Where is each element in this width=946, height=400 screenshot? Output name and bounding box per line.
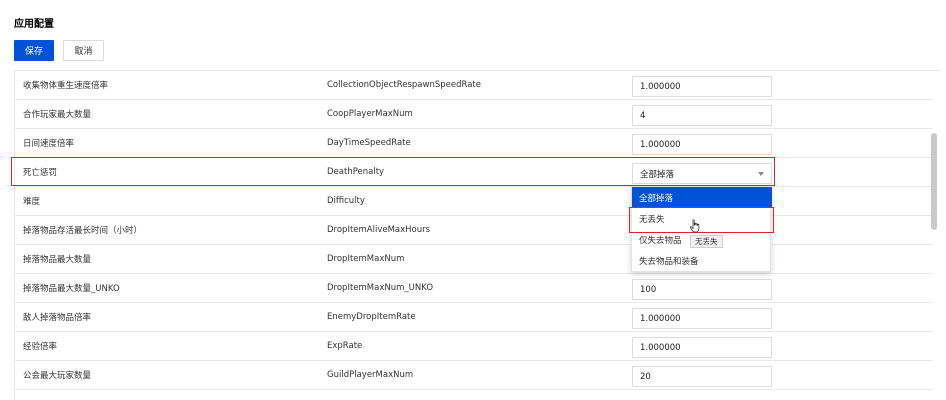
row-key: Difficulty [327, 196, 365, 206]
table-row: 敌人掉落物品倍率 EnemyDropItemRate 1.000000 [15, 303, 933, 332]
value-input[interactable]: 1.000000 [632, 76, 772, 97]
table-row: 经验倍率 ExpRate 1.000000 [15, 332, 933, 361]
hand-pointer-icon [689, 219, 700, 233]
table-row: 收集物体重生速度倍率 CollectionObjectRespawnSpeedR… [15, 71, 933, 100]
table-row: 日间速度倍率 DayTimeSpeedRate 1.000000 [15, 129, 933, 158]
table-row-partial [15, 390, 933, 400]
value-input[interactable]: 1.000000 [632, 337, 772, 358]
row-key: EnemyDropItemRate [327, 312, 416, 322]
row-key: CoopPlayerMaxNum [327, 109, 413, 119]
row-key: DropItemMaxNum_UNKO [327, 283, 434, 293]
table-row: 掉落物品存活最长时间（小时） DropItemAliveMaxHours [15, 216, 933, 245]
row-key: DropItemMaxNum [327, 254, 405, 264]
value-input[interactable]: 1.000000 [632, 134, 772, 155]
value-input[interactable]: 100 [632, 279, 772, 300]
row-label: 掉落物品最大数量 [23, 255, 92, 265]
save-button[interactable]: 保存 [14, 40, 54, 61]
row-key: DropItemAliveMaxHours [327, 225, 431, 235]
cancel-button[interactable]: 取消 [63, 40, 104, 61]
row-key: DayTimeSpeedRate [327, 138, 411, 148]
row-label: 掉落物品存活最长时间（小时） [23, 226, 143, 236]
row-key: ExpRate [327, 341, 363, 351]
page-title: 应用配置 [14, 19, 54, 30]
table-row: 掉落物品最大数量 DropItemMaxNum [15, 245, 933, 274]
value-input[interactable]: 4 [632, 105, 772, 126]
vertical-scrollbar[interactable] [931, 133, 937, 230]
row-key: CollectionObjectRespawnSpeedRate [327, 80, 481, 90]
value-input[interactable]: 1.000000 [632, 308, 772, 329]
row-label: 日间速度倍率 [23, 139, 75, 149]
table-row: 公会最大玩家数量 GuildPlayerMaxNum 20 [15, 361, 933, 390]
row-label: 公会最大玩家数量 [23, 371, 92, 381]
row-label: 收集物体重生速度倍率 [23, 81, 109, 91]
row-label: 难度 [23, 197, 41, 207]
row-label: 敌人掉落物品倍率 [23, 313, 92, 323]
row-label: 掉落物品最大数量_UNKO [23, 284, 120, 294]
dropdown-option[interactable]: 全部掉落 [632, 187, 772, 208]
row-label: 经验倍率 [23, 342, 58, 352]
row-label: 合作玩家最大数量 [23, 110, 92, 120]
row-key: GuildPlayerMaxNum [327, 370, 414, 380]
config-table: 收集物体重生速度倍率 CollectionObjectRespawnSpeedR… [14, 70, 940, 400]
value-input[interactable]: 20 [632, 366, 772, 387]
highlight-box [11, 157, 775, 186]
table-row: 掉落物品最大数量_UNKO DropItemMaxNum_UNKO 100 [15, 274, 933, 303]
tooltip: 无丢失 [690, 235, 723, 248]
dropdown-option[interactable]: 失去物品和装备 [632, 250, 772, 271]
table-row: 合作玩家最大数量 CoopPlayerMaxNum 4 [15, 100, 933, 129]
highlight-box [629, 207, 774, 233]
table-row: 难度 Difficulty [15, 187, 933, 216]
